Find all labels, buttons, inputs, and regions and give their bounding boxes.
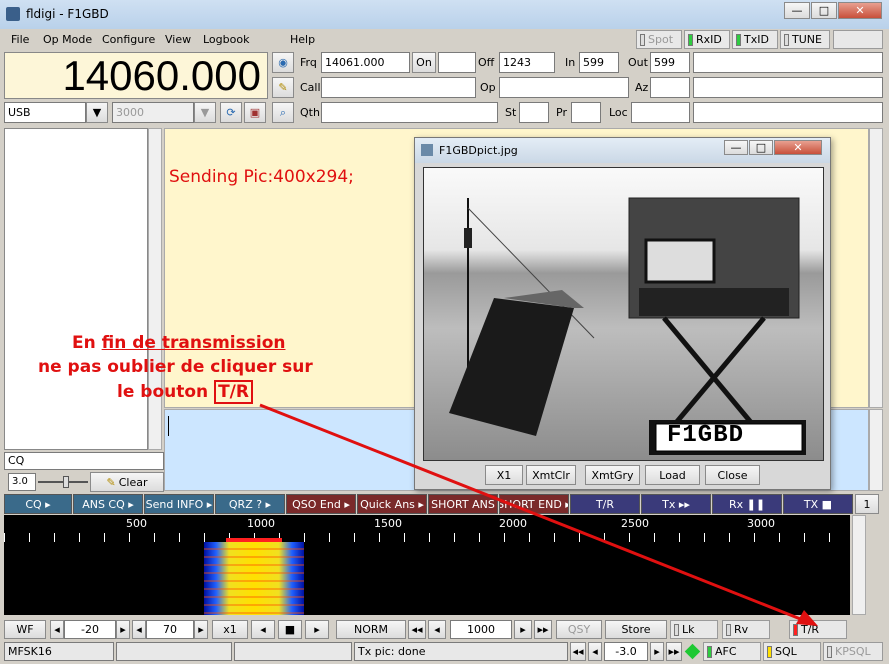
annotation-arrow xyxy=(259,403,818,626)
